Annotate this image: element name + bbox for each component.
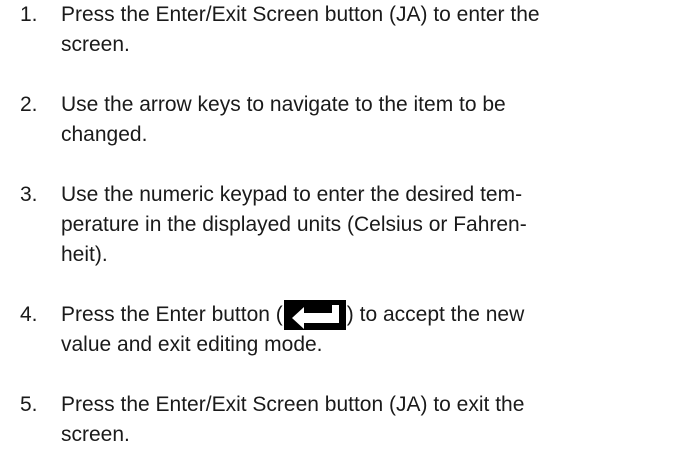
step-5-line-2: screen.: [61, 423, 130, 446]
step-1-line-1: Press the Enter/Exit Screen button (JA) …: [61, 3, 540, 26]
step-2-number: 2.: [20, 93, 38, 116]
step-3-line-3: heit).: [61, 243, 108, 266]
step-2-line-2: changed.: [61, 123, 148, 146]
step-3-line-1: Use the numeric keypad to enter the desi…: [61, 183, 523, 206]
step-4-line-2: value and exit editing mode.: [61, 333, 323, 356]
step-1-line-2: screen.: [61, 33, 130, 56]
step-5-text: Press the Enter/Exit Screen button (JA) …: [61, 390, 673, 450]
step-5-line-1: Press the Enter/Exit Screen button (JA) …: [61, 393, 525, 416]
enter-key-icon: [283, 300, 346, 330]
step-4-text: Press the Enter button ( ) to accept the…: [61, 300, 673, 360]
step-3-line-2: perature in the displayed units (Celsius…: [61, 213, 527, 236]
step-1-text: Press the Enter/Exit Screen button (JA) …: [61, 0, 673, 60]
step-2-text: Use the arrow keys to navigate to the it…: [61, 90, 673, 150]
step-4-text-before-icon: Press the Enter button (: [61, 303, 283, 326]
step-4-line-1: Press the Enter button ( ) to accept the…: [61, 300, 673, 330]
step-2-line-1: Use the arrow keys to navigate to the it…: [61, 93, 506, 116]
step-5-number: 5.: [20, 393, 38, 416]
step-3-number: 3.: [20, 183, 38, 206]
step-1-number: 1.: [20, 3, 38, 26]
step-3-text: Use the numeric keypad to enter the desi…: [61, 180, 673, 270]
step-4-number: 4.: [20, 303, 38, 326]
step-4-text-after-icon: ) to accept the new: [346, 303, 525, 326]
